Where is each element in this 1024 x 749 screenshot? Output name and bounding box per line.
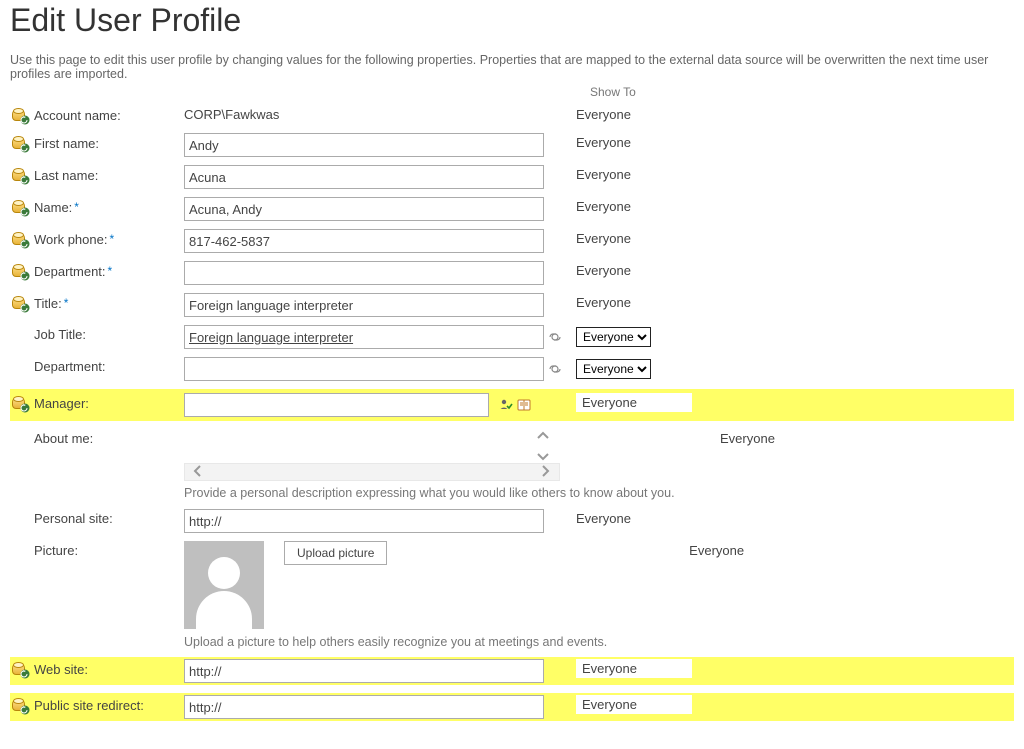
showto-name: Everyone: [576, 197, 686, 216]
label-department-2: Department:: [34, 359, 106, 374]
showto-web-site: Everyone: [576, 659, 692, 678]
label-picture: Picture:: [34, 543, 78, 558]
db-sync-icon: [12, 231, 28, 247]
input-last-name[interactable]: [184, 165, 544, 189]
row-last-name: Last name: Everyone: [10, 165, 1014, 189]
label-about-me: About me:: [34, 431, 93, 446]
scroll-down-icon[interactable]: [536, 450, 550, 467]
showto-manager: Everyone: [576, 393, 692, 412]
label-personal-site: Personal site:: [34, 511, 113, 526]
row-first-name: First name: Everyone: [10, 133, 1014, 157]
row-account-name: Account name: CORP\Fawkwas Everyone: [10, 105, 1014, 125]
showto-account-name: Everyone: [576, 105, 686, 124]
input-work-phone[interactable]: [184, 229, 544, 253]
input-public-redirect[interactable]: [184, 695, 544, 719]
label-job-title: Job Title:: [34, 327, 86, 342]
link-icon[interactable]: [548, 363, 564, 375]
row-job-title: Job Title: Everyone: [10, 325, 1014, 349]
row-department: Department: * Everyone: [10, 261, 1014, 285]
row-department-2: Department: Everyone: [10, 357, 1014, 381]
db-sync-icon: [12, 107, 28, 123]
show-to-header: Show To: [590, 85, 1014, 99]
input-first-name[interactable]: [184, 133, 544, 157]
db-sync-icon: [12, 263, 28, 279]
input-job-title[interactable]: [184, 325, 544, 349]
input-manager[interactable]: [184, 393, 489, 417]
input-department-2[interactable]: [184, 357, 544, 381]
row-title: Title: * Everyone: [10, 293, 1014, 317]
db-sync-icon: [12, 661, 28, 677]
label-account-name: Account name:: [34, 108, 121, 123]
showto-department: Everyone: [576, 261, 686, 280]
showto-first-name: Everyone: [576, 133, 686, 152]
showto-last-name: Everyone: [576, 165, 686, 184]
showto-title: Everyone: [576, 293, 686, 312]
row-about-me: About me: Provide a personal description: [10, 429, 1014, 501]
input-name[interactable]: [184, 197, 544, 221]
scroll-up-icon[interactable]: [536, 429, 550, 446]
browse-icon[interactable]: [517, 399, 531, 411]
page-intro: Use this page to edit this user profile …: [10, 53, 1014, 81]
select-showto-department-2[interactable]: Everyone: [576, 359, 651, 379]
db-sync-icon: [12, 167, 28, 183]
input-department[interactable]: [184, 261, 544, 285]
showto-work-phone: Everyone: [576, 229, 686, 248]
label-first-name: First name:: [34, 136, 99, 151]
row-work-phone: Work phone: * Everyone: [10, 229, 1014, 253]
label-web-site: Web site:: [34, 662, 88, 677]
label-department: Department:: [34, 264, 106, 279]
showto-picture: Everyone: [689, 541, 799, 560]
page-title: Edit User Profile: [10, 2, 1014, 39]
db-sync-icon: [12, 697, 28, 713]
avatar-placeholder: [184, 541, 264, 629]
scroll-left-icon[interactable]: [191, 464, 205, 481]
value-account-name: CORP\Fawkwas: [184, 105, 279, 122]
label-name: Name:: [34, 200, 72, 215]
db-sync-icon: [12, 395, 28, 411]
picture-description: Upload a picture to help others easily r…: [184, 635, 607, 649]
link-icon[interactable]: [548, 331, 564, 343]
db-sync-icon: [12, 295, 28, 311]
about-me-hscrollbar[interactable]: [184, 463, 560, 481]
row-web-site: Web site: Everyone: [10, 657, 1014, 685]
input-title[interactable]: [184, 293, 544, 317]
upload-picture-button[interactable]: Upload picture: [284, 541, 387, 565]
about-me-description: Provide a personal description expressin…: [184, 485, 684, 501]
label-public-redirect: Public site redirect:: [34, 698, 144, 713]
label-title: Title:: [34, 296, 62, 311]
db-sync-icon: [12, 135, 28, 151]
row-public-redirect: Public site redirect: Everyone: [10, 693, 1014, 721]
label-manager: Manager:: [34, 396, 89, 411]
row-personal-site: Personal site: Everyone: [10, 509, 1014, 533]
required-star: *: [108, 264, 113, 278]
row-manager: Manager: Everyone: [10, 389, 1014, 421]
label-last-name: Last name:: [34, 168, 98, 183]
input-personal-site[interactable]: [184, 509, 544, 533]
row-picture: Picture: Upload picture Upload a picture…: [10, 541, 1014, 649]
row-name: Name: * Everyone: [10, 197, 1014, 221]
required-star: *: [64, 296, 69, 310]
about-me-editor[interactable]: [184, 429, 534, 461]
db-sync-icon: [12, 199, 28, 215]
select-showto-job-title[interactable]: Everyone: [576, 327, 651, 347]
showto-about-me: Everyone: [720, 429, 830, 448]
required-star: *: [74, 200, 79, 214]
showto-personal-site: Everyone: [576, 509, 686, 528]
check-names-icon[interactable]: [499, 398, 513, 412]
label-work-phone: Work phone:: [34, 232, 107, 247]
required-star: *: [109, 232, 114, 246]
showto-public-redirect: Everyone: [576, 695, 692, 714]
input-web-site[interactable]: [184, 659, 544, 683]
